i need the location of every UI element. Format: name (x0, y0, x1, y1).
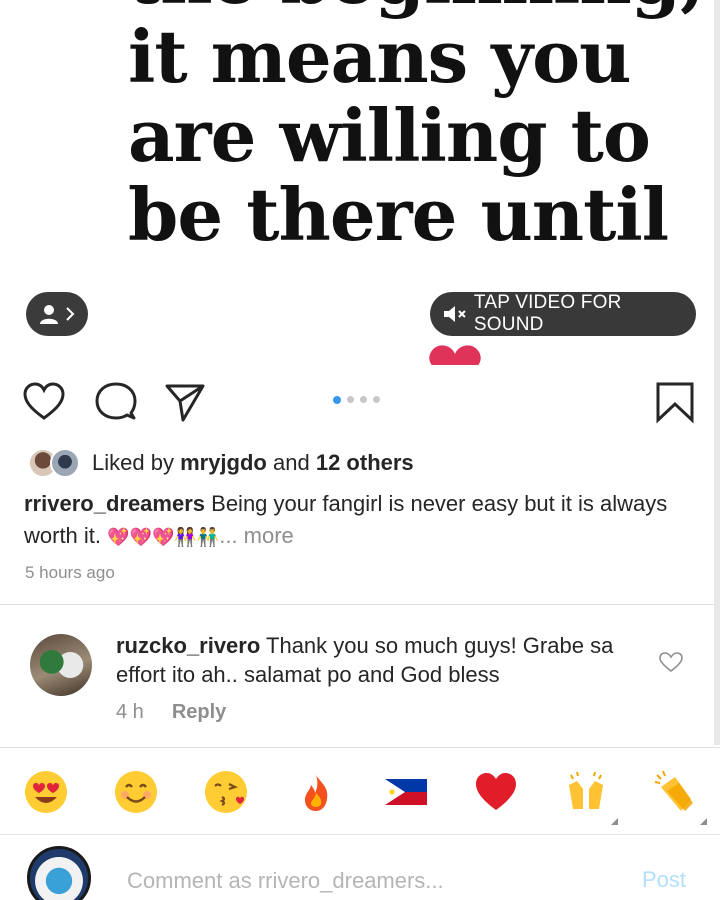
post-caption: rrivero_dreamers Being your fangirl is n… (24, 488, 704, 554)
divider (0, 604, 720, 605)
corner-indicator (700, 818, 707, 825)
red-heart-icon[interactable] (472, 768, 520, 816)
heart-icon (429, 345, 481, 365)
sound-label: TAP VIDEO FOR SOUND (473, 292, 622, 335)
quick-reactions-bar (0, 760, 720, 825)
likes-others-link[interactable]: 12 others (316, 450, 414, 475)
heart-eyes-face-icon[interactable] (22, 768, 70, 816)
corner-indicator (611, 818, 618, 825)
carousel-dot-active (333, 395, 341, 404)
quote-line: be there until (128, 172, 669, 257)
post-button[interactable]: Post (642, 867, 686, 893)
smiling-face-icon[interactable] (112, 768, 160, 816)
likes-prefix: Liked by (92, 450, 174, 475)
kissing-face-icon[interactable] (202, 768, 250, 816)
person-icon (40, 305, 58, 324)
current-user-avatar (27, 846, 91, 900)
liker-avatar (50, 448, 80, 478)
post-timestamp: 5 hours ago (25, 563, 115, 582)
reply-button[interactable]: Reply (172, 701, 226, 724)
comment-composer: Post (0, 836, 720, 900)
comment-meta: 4 h Reply (116, 701, 226, 724)
liked-by-row[interactable]: Liked by mryjgdo and 12 others (28, 446, 414, 480)
liker-username-link[interactable]: mryjgdo (180, 450, 267, 475)
quote-line: it means you (128, 14, 631, 99)
clapping-hands-icon[interactable] (652, 768, 700, 816)
post-media[interactable]: the beginning, it means you are willing … (0, 0, 720, 365)
speaker-muted-icon (443, 306, 466, 322)
carousel-dot (360, 396, 367, 403)
comment-like-heart-icon[interactable] (659, 651, 683, 673)
commenter-username-link[interactable]: ruzcko_rivero (116, 633, 260, 658)
carousel-dot (373, 396, 380, 403)
comment-body: ruzcko_rivero Thank you so much guys! Gr… (116, 631, 646, 689)
comment-age: 4 h (116, 701, 144, 723)
divider (0, 747, 720, 748)
caption-emoji: 💖💖💖👭👬 (107, 527, 220, 548)
divider (0, 834, 720, 835)
likes-summary: Liked by mryjgdo and 12 others (92, 450, 414, 476)
comment-bubble-icon[interactable] (94, 380, 138, 424)
comment-input[interactable] (127, 866, 587, 896)
carousel-dot (347, 396, 354, 403)
caption-more-link[interactable]: ... more (219, 523, 294, 548)
quote-text: the beginning, it means you are willing … (128, 0, 705, 257)
share-send-icon[interactable] (163, 380, 207, 424)
raising-hands-icon[interactable] (562, 768, 610, 816)
quote-line: are willing to (128, 93, 651, 178)
like-heart-icon[interactable] (22, 380, 66, 424)
tap-for-sound-button[interactable]: TAP VIDEO FOR SOUND (430, 292, 696, 336)
caption-username-link[interactable]: rrivero_dreamers (24, 491, 205, 516)
fire-icon[interactable] (292, 768, 340, 816)
save-bookmark-icon[interactable] (654, 380, 696, 424)
tagged-people-button[interactable] (26, 292, 88, 336)
commenter-avatar[interactable] (30, 634, 92, 696)
philippines-flag-icon[interactable] (382, 768, 430, 816)
likes-joiner: and (273, 450, 310, 475)
scrollbar-track[interactable] (714, 0, 720, 745)
carousel-indicator (333, 395, 380, 404)
chevron-right-icon (66, 307, 75, 321)
